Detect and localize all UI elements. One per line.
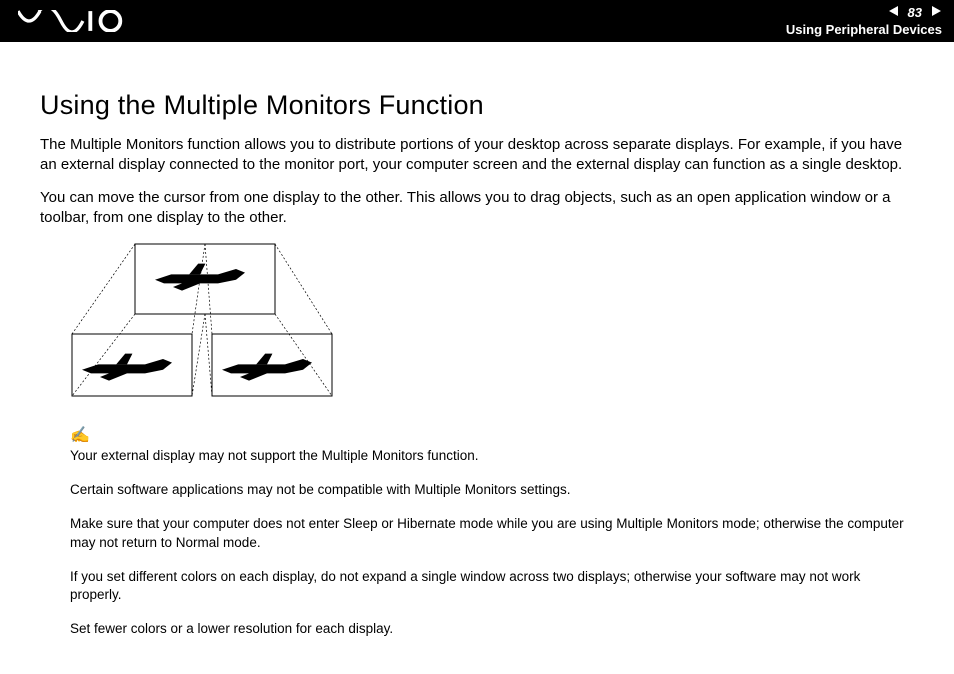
paragraph: The Multiple Monitors function allows yo… (40, 135, 914, 176)
note-text: Make sure that your computer does not en… (70, 515, 914, 551)
header-right: 83 Using Peripheral Devices (786, 5, 942, 37)
note-text: Your external display may not support th… (70, 447, 914, 465)
section-title[interactable]: Using Peripheral Devices (786, 22, 942, 37)
page-header: 83 Using Peripheral Devices (0, 0, 954, 42)
vaio-logo (18, 10, 128, 32)
page-title: Using the Multiple Monitors Function (40, 90, 914, 121)
note-text: Set fewer colors or a lower resolution f… (70, 620, 914, 638)
page-content: Using the Multiple Monitors Function The… (0, 42, 954, 639)
note-text: If you set different colors on each disp… (70, 568, 914, 604)
prev-page-arrow-icon[interactable] (888, 5, 900, 20)
note-text: Certain software applications may not be… (70, 481, 914, 499)
page-number: 83 (908, 5, 922, 20)
note-icon: ✍ (70, 425, 914, 445)
notes-section: Your external display may not support th… (40, 447, 914, 639)
next-page-arrow-icon[interactable] (930, 5, 942, 20)
paragraph: You can move the cursor from one display… (40, 188, 914, 229)
multiple-monitors-diagram (70, 242, 914, 407)
page-navigation: 83 (888, 5, 942, 20)
